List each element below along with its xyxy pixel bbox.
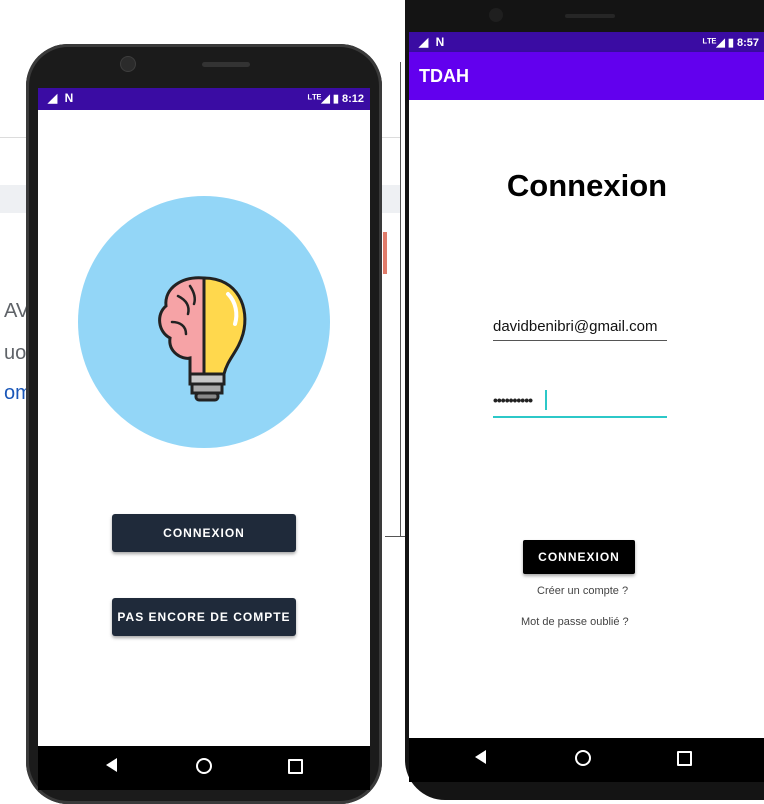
- phone-frame-login: ◢ N ᴸᵀᴱ◢ ▮ 8:57 TDAH Connexion davidbeni…: [405, 0, 764, 800]
- background-accent: [383, 232, 387, 274]
- home-icon[interactable]: [196, 758, 212, 774]
- password-field[interactable]: ••••••••••: [493, 390, 667, 418]
- navigation-bar: [409, 738, 764, 782]
- status-icons-left: ◢ N: [48, 91, 76, 105]
- login-button[interactable]: CONNEXION: [112, 514, 296, 552]
- status-icons-left: ◢ N: [419, 35, 447, 49]
- front-camera: [489, 8, 503, 22]
- create-account-link[interactable]: Créer un compte ?: [537, 585, 628, 597]
- email-field[interactable]: davidbenibri@gmail.com: [493, 318, 667, 341]
- login-button[interactable]: CONNEXION: [523, 540, 635, 574]
- app-bar: TDAH: [409, 52, 764, 100]
- status-icons-right: ᴸᵀᴱ◢ ▮ 8:12: [307, 93, 364, 105]
- home-icon[interactable]: [575, 750, 591, 766]
- login-screen: Connexion davidbenibri@gmail.com •••••••…: [409, 100, 764, 738]
- background-divider: [385, 536, 405, 537]
- text-caret: [545, 390, 547, 410]
- home-screen: ◢ N ᴸᵀᴱ◢ ▮ 8:12 CONNEXION PAS ENCORE DE …: [38, 88, 370, 790]
- recent-apps-icon[interactable]: [288, 759, 303, 774]
- app-bar-title: TDAH: [419, 66, 469, 86]
- brain-lightbulb-icon: [158, 276, 247, 402]
- speaker-grille: [202, 62, 250, 67]
- status-icons-right: ᴸᵀᴱ◢ ▮ 8:57: [702, 37, 759, 49]
- speaker-grille: [565, 14, 615, 18]
- navigation-bar: [38, 746, 370, 790]
- page-title: Connexion: [506, 168, 668, 203]
- front-camera: [120, 56, 136, 72]
- background-divider: [400, 62, 401, 536]
- password-value: ••••••••••: [493, 392, 533, 408]
- forgot-password-link[interactable]: Mot de passe oublié ?: [521, 616, 629, 628]
- status-bar: ◢ N ᴸᵀᴱ◢ ▮ 8:12: [38, 88, 370, 110]
- app-logo: [78, 196, 330, 448]
- background-text-fragment: uo: [4, 342, 27, 364]
- signup-button[interactable]: PAS ENCORE DE COMPTE: [112, 598, 296, 636]
- status-bar: ◢ N ᴸᵀᴱ◢ ▮ 8:57: [409, 32, 764, 52]
- recent-apps-icon[interactable]: [677, 751, 692, 766]
- phone-frame-home: ◢ N ᴸᵀᴱ◢ ▮ 8:12 CONNEXION PAS ENCORE DE …: [26, 44, 382, 804]
- back-icon[interactable]: [475, 750, 486, 764]
- back-icon[interactable]: [106, 758, 117, 772]
